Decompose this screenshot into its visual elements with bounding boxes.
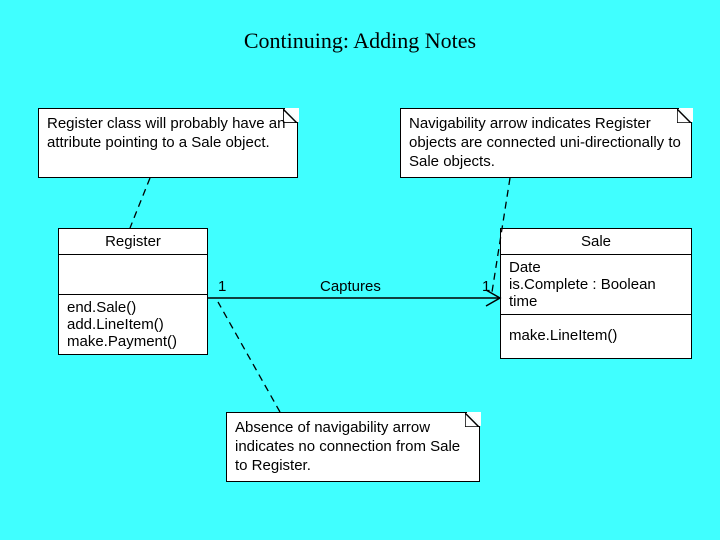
class-op: end.Sale()	[67, 299, 199, 316]
association-label: Captures	[320, 278, 381, 295]
class-attr: time	[509, 293, 683, 310]
multiplicity-left: 1	[218, 278, 226, 295]
class-ops: end.Sale() add.LineItem() make.Payment()	[59, 295, 207, 354]
note-navigability: Navigability arrow indicates Register ob…	[400, 108, 692, 178]
class-name: Register	[59, 229, 207, 255]
note-register-attribute: Register class will probably have an att…	[38, 108, 298, 178]
multiplicity-right: 1	[482, 278, 490, 295]
class-ops: make.LineItem()	[501, 315, 691, 358]
note-text: Register class will probably have an att…	[47, 115, 285, 151]
class-attrs-empty	[59, 255, 207, 295]
class-op: add.LineItem()	[67, 316, 199, 333]
class-attr: is.Complete : Boolean	[509, 276, 683, 293]
class-attr: Date	[509, 259, 683, 276]
note-text: Navigability arrow indicates Register ob…	[409, 115, 681, 170]
class-register: Register end.Sale() add.LineItem() make.…	[58, 228, 208, 355]
class-op: make.Payment()	[67, 333, 199, 350]
page-title: Continuing: Adding Notes	[0, 28, 720, 54]
class-name: Sale	[501, 229, 691, 255]
class-attrs: Date is.Complete : Boolean time	[501, 255, 691, 315]
class-op: make.LineItem()	[509, 327, 683, 344]
class-sale: Sale Date is.Complete : Boolean time mak…	[500, 228, 692, 359]
note-no-navigability: Absence of navigability arrow indicates …	[226, 412, 480, 482]
note-text: Absence of navigability arrow indicates …	[235, 419, 460, 474]
